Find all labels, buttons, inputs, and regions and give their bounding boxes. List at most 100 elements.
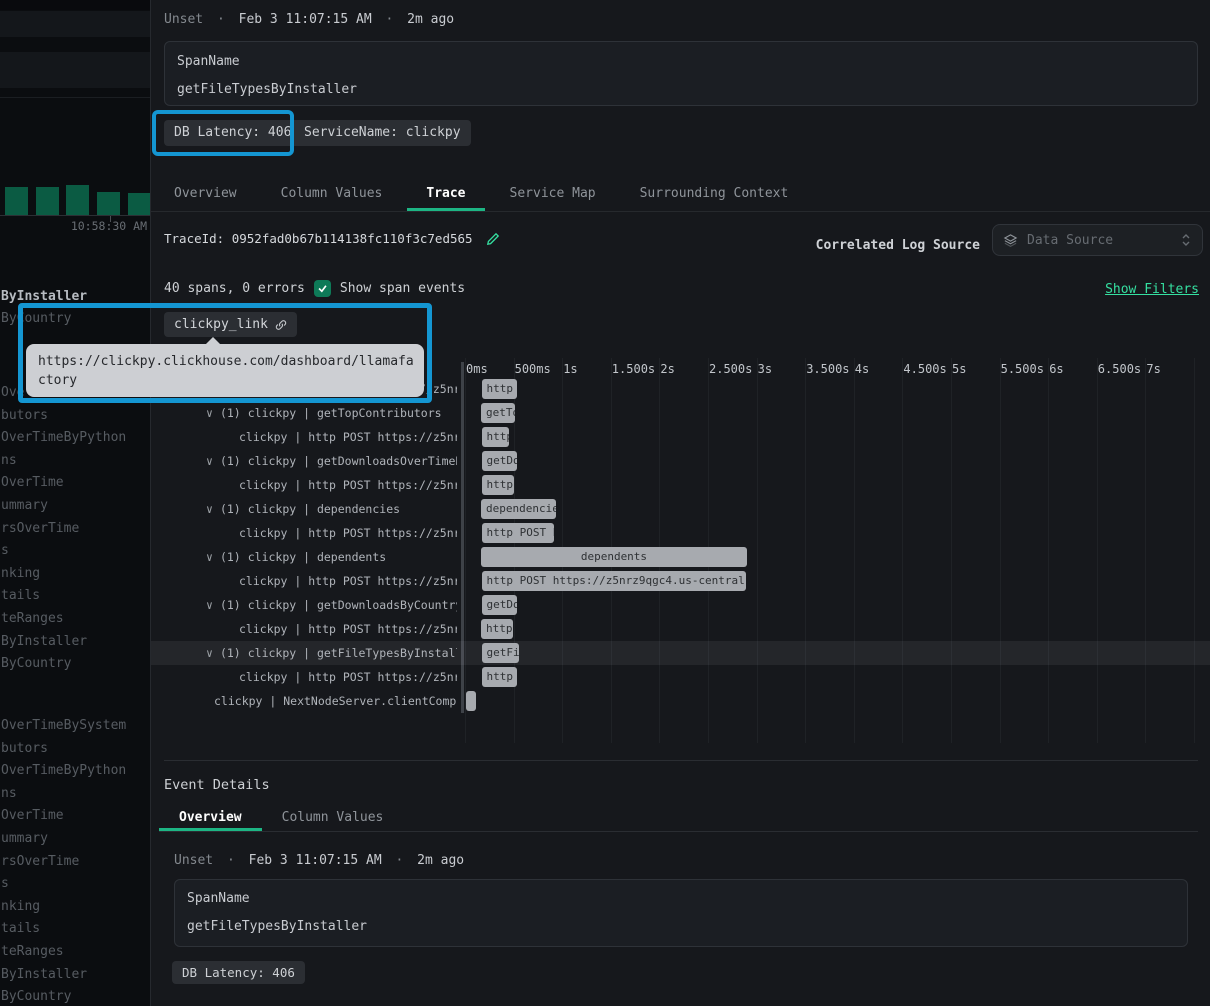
trace-span-row[interactable]: clickpy | http POST https://z5nrz9qgc4.u… (151, 425, 1210, 449)
trace-span-row[interactable]: clickpy | NextNodeServer.clientComponent… (151, 689, 1210, 713)
span-duration-bar[interactable] (466, 691, 476, 711)
trace-span-row[interactable]: clickpy | http POST https://z5nrz9qgc4.u… (151, 617, 1210, 641)
span-duration-bar[interactable]: dependencies (481, 499, 556, 519)
sidebar-item[interactable]: nking (1, 566, 40, 581)
collapse-chevron-icon[interactable]: ∨ (206, 545, 213, 569)
sidebar-item[interactable]: OverTimeByPython (1, 430, 126, 445)
sidebar-item[interactable]: ByInstaller (1, 289, 87, 304)
sidebar-item[interactable]: teRanges (1, 944, 64, 959)
trace-span-row[interactable]: ∨(1)clickpy | getDownloadsOverTimeBySyst… (151, 449, 1210, 473)
sidebar-item[interactable]: ByCountry (1, 311, 71, 326)
span-duration-bar[interactable]: getDownloadsOverTimeBySystem (482, 451, 517, 471)
separator: · (227, 853, 235, 868)
span-duration-bar[interactable]: http POST https://z5nrz9qgc4.us-central (482, 427, 509, 447)
trace-span-row[interactable]: clickpy | http POST https://z5nrz9qgc4.u… (151, 665, 1210, 689)
trace-span-row[interactable]: clickpy | http POST https://z5nrz9qgc4.u… (151, 521, 1210, 545)
spans-summary: 40 spans, 0 errors (164, 281, 305, 296)
service-name-badge[interactable]: ServiceName: clickpy (294, 120, 471, 146)
ed-tab-column-values[interactable]: Column Values (262, 806, 404, 831)
timeline-axis-tick: 1s (563, 362, 577, 376)
span-event-count: (1) (220, 593, 241, 617)
histogram-bar (36, 187, 59, 215)
span-duration-bar[interactable]: dependents (481, 547, 747, 567)
span-duration-bar[interactable]: http POST https://z5nrz9qgc4.us-central (482, 571, 747, 591)
trace-span-row[interactable]: clickpy | http POST https://z5nrz9qgc4.u… (151, 569, 1210, 593)
db-latency-badge[interactable]: DB Latency: 406 (164, 120, 301, 146)
span-name-text: clickpy | http POST https://z5nrz9qgc4.u… (239, 665, 457, 689)
span-duration-bar[interactable]: http POST https://z5nrz9qgc4.us-central (482, 667, 517, 687)
tab-service-map[interactable]: Service Map (491, 178, 615, 211)
trace-span-row[interactable]: ∨(1)clickpy | getTopContributorsgetTopCo… (151, 401, 1210, 425)
sidebar-item[interactable]: teRanges (1, 611, 64, 626)
section-divider (164, 760, 1198, 761)
sidebar-item[interactable]: butors (1, 408, 48, 423)
sidebar-item[interactable]: OverTime (1, 808, 64, 823)
collapse-chevron-icon[interactable]: ∨ (206, 449, 213, 473)
sidebar-item[interactable]: tails (1, 921, 40, 936)
clickpy-link-label: clickpy_link (174, 317, 268, 332)
tab-overview[interactable]: Overview (155, 178, 256, 211)
separator: · (386, 12, 394, 27)
span-duration-bar[interactable]: getDownloadsByCountry (482, 595, 517, 615)
db-latency-badge[interactable]: DB Latency: 406 (172, 961, 305, 984)
trace-span-row[interactable]: ∨(1)clickpy | dependentsdependents (151, 545, 1210, 569)
sidebar-item[interactable]: ummary (1, 498, 48, 513)
tab-surrounding-context[interactable]: Surrounding Context (621, 178, 808, 211)
show-span-events-label[interactable]: Show span events (340, 281, 465, 296)
span-duration-bar[interactable]: http POST https://z5nrz9qgc4.us-central (482, 379, 517, 399)
tab-column-values[interactable]: Column Values (262, 178, 402, 211)
field-value: getFileTypesByInstaller (177, 82, 357, 97)
edit-pencil-icon[interactable] (486, 232, 500, 246)
sidebar-item[interactable]: nking (1, 899, 40, 914)
trace-span-row[interactable]: ∨(1)clickpy | getDownloadsByCountrygetDo… (151, 593, 1210, 617)
sidebar-item[interactable]: ns (1, 786, 17, 801)
severity-label: Unset (164, 12, 203, 27)
show-span-events-checkbox[interactable] (314, 280, 331, 297)
sidebar-item[interactable]: ByCountry (1, 656, 71, 671)
data-source-select[interactable]: Data Source (992, 224, 1203, 256)
show-filters-link[interactable]: Show Filters (1105, 282, 1199, 297)
span-duration-bar[interactable]: getFileTypesByInstaller (482, 643, 520, 663)
sidebar-item[interactable]: ByInstaller (1, 634, 87, 649)
sidebar-item[interactable]: Ove (1, 385, 24, 400)
span-name-text: clickpy | getFileTypesByInstaller (248, 641, 457, 665)
collapse-chevron-icon[interactable]: ∨ (206, 497, 213, 521)
sidebar-item[interactable]: rsOverTime (1, 854, 79, 869)
span-duration-bar[interactable]: http POST https://z5nrz9qgc4.us-central (482, 475, 514, 495)
sidebar-item[interactable]: ByInstaller (1, 967, 87, 982)
trace-span-row[interactable]: ∨(1)clickpy | dependencies dependencies (151, 497, 1210, 521)
span-label: ∨(1)clickpy | getDownloadsByCountry (206, 593, 457, 617)
sidebar-item[interactable]: rsOverTime (1, 521, 79, 536)
sidebar-item[interactable]: ns (1, 453, 17, 468)
sidebar-band (0, 11, 150, 37)
ed-tab-overview[interactable]: Overview (159, 806, 262, 831)
sidebar-item[interactable]: s (1, 876, 9, 891)
sidebar-item[interactable]: ummary (1, 831, 48, 846)
span-name-card: SpanName getFileTypesByInstaller (164, 41, 1198, 106)
sidebar-item[interactable]: butors (1, 741, 48, 756)
sidebar-item[interactable]: OverTime (1, 475, 64, 490)
span-duration-bar[interactable]: getTopContributors (481, 403, 515, 423)
sidebar-item[interactable]: tails (1, 588, 40, 603)
span-label: ∨(1)clickpy | getFileTypesByInstaller (206, 641, 457, 665)
field-label: SpanName (177, 54, 240, 69)
sidebar-item[interactable]: ByCountry (1, 989, 71, 1004)
collapse-chevron-icon[interactable]: ∨ (206, 641, 213, 665)
span-name-text: clickpy | http POST https://z5nrz9qgc4.u… (239, 617, 457, 641)
span-duration-bar[interactable]: http POST https://z5nrz9qgc4.us-central (481, 619, 513, 639)
clickpy-link-button[interactable]: clickpy_link (164, 312, 297, 337)
tab-trace[interactable]: Trace (407, 178, 484, 211)
timeline-axis-tick: 3.500s (806, 362, 849, 376)
sidebar-item[interactable]: OverTimeByPython (1, 763, 126, 778)
event-details-title: Event Details (164, 777, 270, 793)
collapse-chevron-icon[interactable]: ∨ (206, 401, 213, 425)
collapse-chevron-icon[interactable]: ∨ (206, 593, 213, 617)
sidebar-item[interactable]: OverTimeBySystem (1, 718, 126, 733)
trace-span-row[interactable]: clickpy | http POST https://z5nrz9qgc4.u… (151, 473, 1210, 497)
span-duration-bar[interactable]: http POST https://z5nrz9qgc4.us-central (482, 523, 555, 543)
trace-span-row[interactable]: ∨(1)clickpy | getFileTypesByInstaller get… (151, 641, 1210, 665)
correlated-log-source-label: Correlated Log Source (816, 238, 980, 253)
timeline-axis-tick: 0ms (466, 362, 488, 376)
span-label-cell: ∨(1)clickpy | dependencies (151, 497, 457, 521)
sidebar-item[interactable]: s (1, 543, 9, 558)
